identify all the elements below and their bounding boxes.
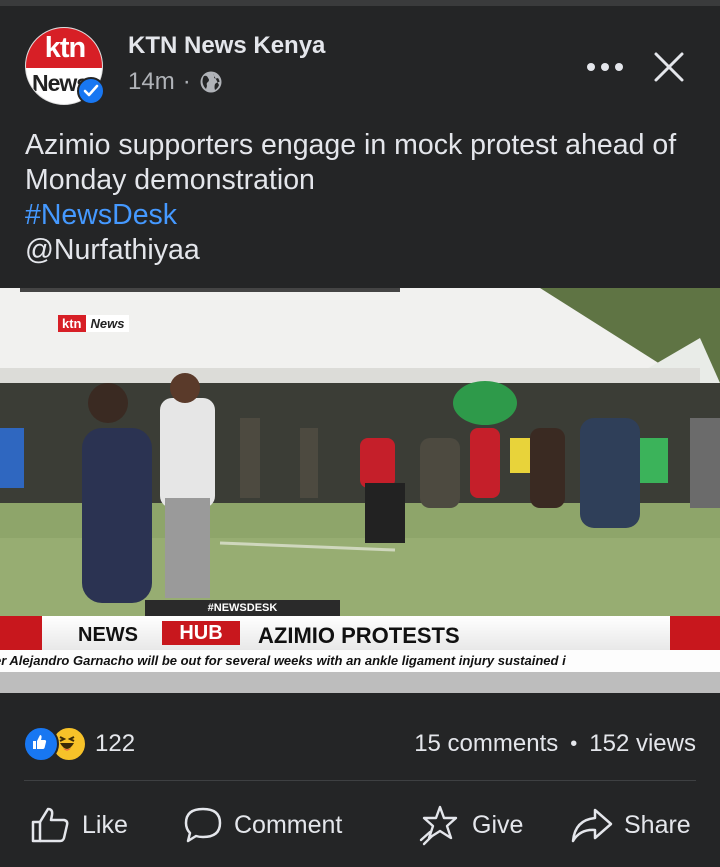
views-count: 152 views: [589, 730, 696, 757]
news-ticker: er Alejandro Garnacho will be out for se…: [0, 650, 720, 672]
ticker-text: er Alejandro Garnacho will be out for se…: [0, 653, 566, 668]
comment-icon: [184, 807, 222, 843]
comments-count-link[interactable]: 15 comments: [414, 730, 558, 758]
caption-text: Azimio supporters engage in mock protest…: [25, 129, 677, 196]
like-button[interactable]: Like: [30, 795, 128, 855]
share-label: Share: [624, 810, 691, 839]
thumbs-up-icon: [31, 807, 69, 843]
post-meta: 14m ·: [128, 68, 223, 96]
reactions-summary[interactable]: 122: [23, 726, 136, 762]
share-button[interactable]: Share: [570, 795, 691, 855]
page-name-link[interactable]: KTN News Kenya: [128, 32, 325, 60]
globe-icon: [199, 70, 223, 94]
stats-separator: •: [570, 732, 578, 755]
give-icon: [419, 805, 458, 846]
lower-third-banner: NEWS HUB AZIMIO PROTESTS: [0, 616, 720, 650]
top-status-strip: [0, 0, 720, 6]
lower-third-news: NEWS: [78, 624, 138, 646]
close-icon: [654, 52, 684, 82]
channel-logo-ktn: ktn: [58, 315, 86, 332]
channel-logo: ktn News: [58, 315, 130, 332]
video-bottom-strip: [0, 672, 720, 693]
close-button[interactable]: [648, 46, 690, 88]
avatar-logo-ktn: ktn: [26, 28, 102, 68]
give-label: Give: [472, 810, 524, 839]
more-icon: [587, 63, 595, 71]
comment-label: Comment: [234, 810, 343, 839]
lower-third-hub: HUB: [162, 621, 240, 645]
post-timestamp[interactable]: 14m: [128, 68, 175, 96]
comment-button[interactable]: Comment: [182, 795, 342, 855]
mention-link[interactable]: @Nurfathiyaa: [25, 233, 705, 268]
share-icon: [571, 808, 613, 843]
meta-separator: ·: [182, 68, 191, 95]
verified-badge-icon: [77, 77, 105, 105]
like-reaction-icon: [23, 726, 59, 762]
lower-third-title: AZIMIO PROTESTS: [258, 623, 460, 648]
channel-logo-news: News: [90, 316, 125, 331]
newsdesk-tag: #NEWSDESK: [145, 600, 340, 616]
video-player[interactable]: ktn News #NEWSDESK NEWS HUB AZIMIO PROTE…: [0, 288, 720, 693]
hashtag-link[interactable]: #NewsDesk: [25, 198, 705, 233]
reaction-count: 122: [95, 730, 136, 757]
give-button[interactable]: Give: [418, 795, 523, 855]
post-stats: 15 comments • 152 views: [414, 730, 696, 758]
like-label: Like: [82, 810, 128, 839]
more-options-button[interactable]: [583, 50, 627, 84]
post-caption: Azimio supporters engage in mock protest…: [25, 128, 705, 268]
divider: [24, 780, 696, 781]
post-action-bar: Like Comment Give Share: [0, 795, 720, 855]
